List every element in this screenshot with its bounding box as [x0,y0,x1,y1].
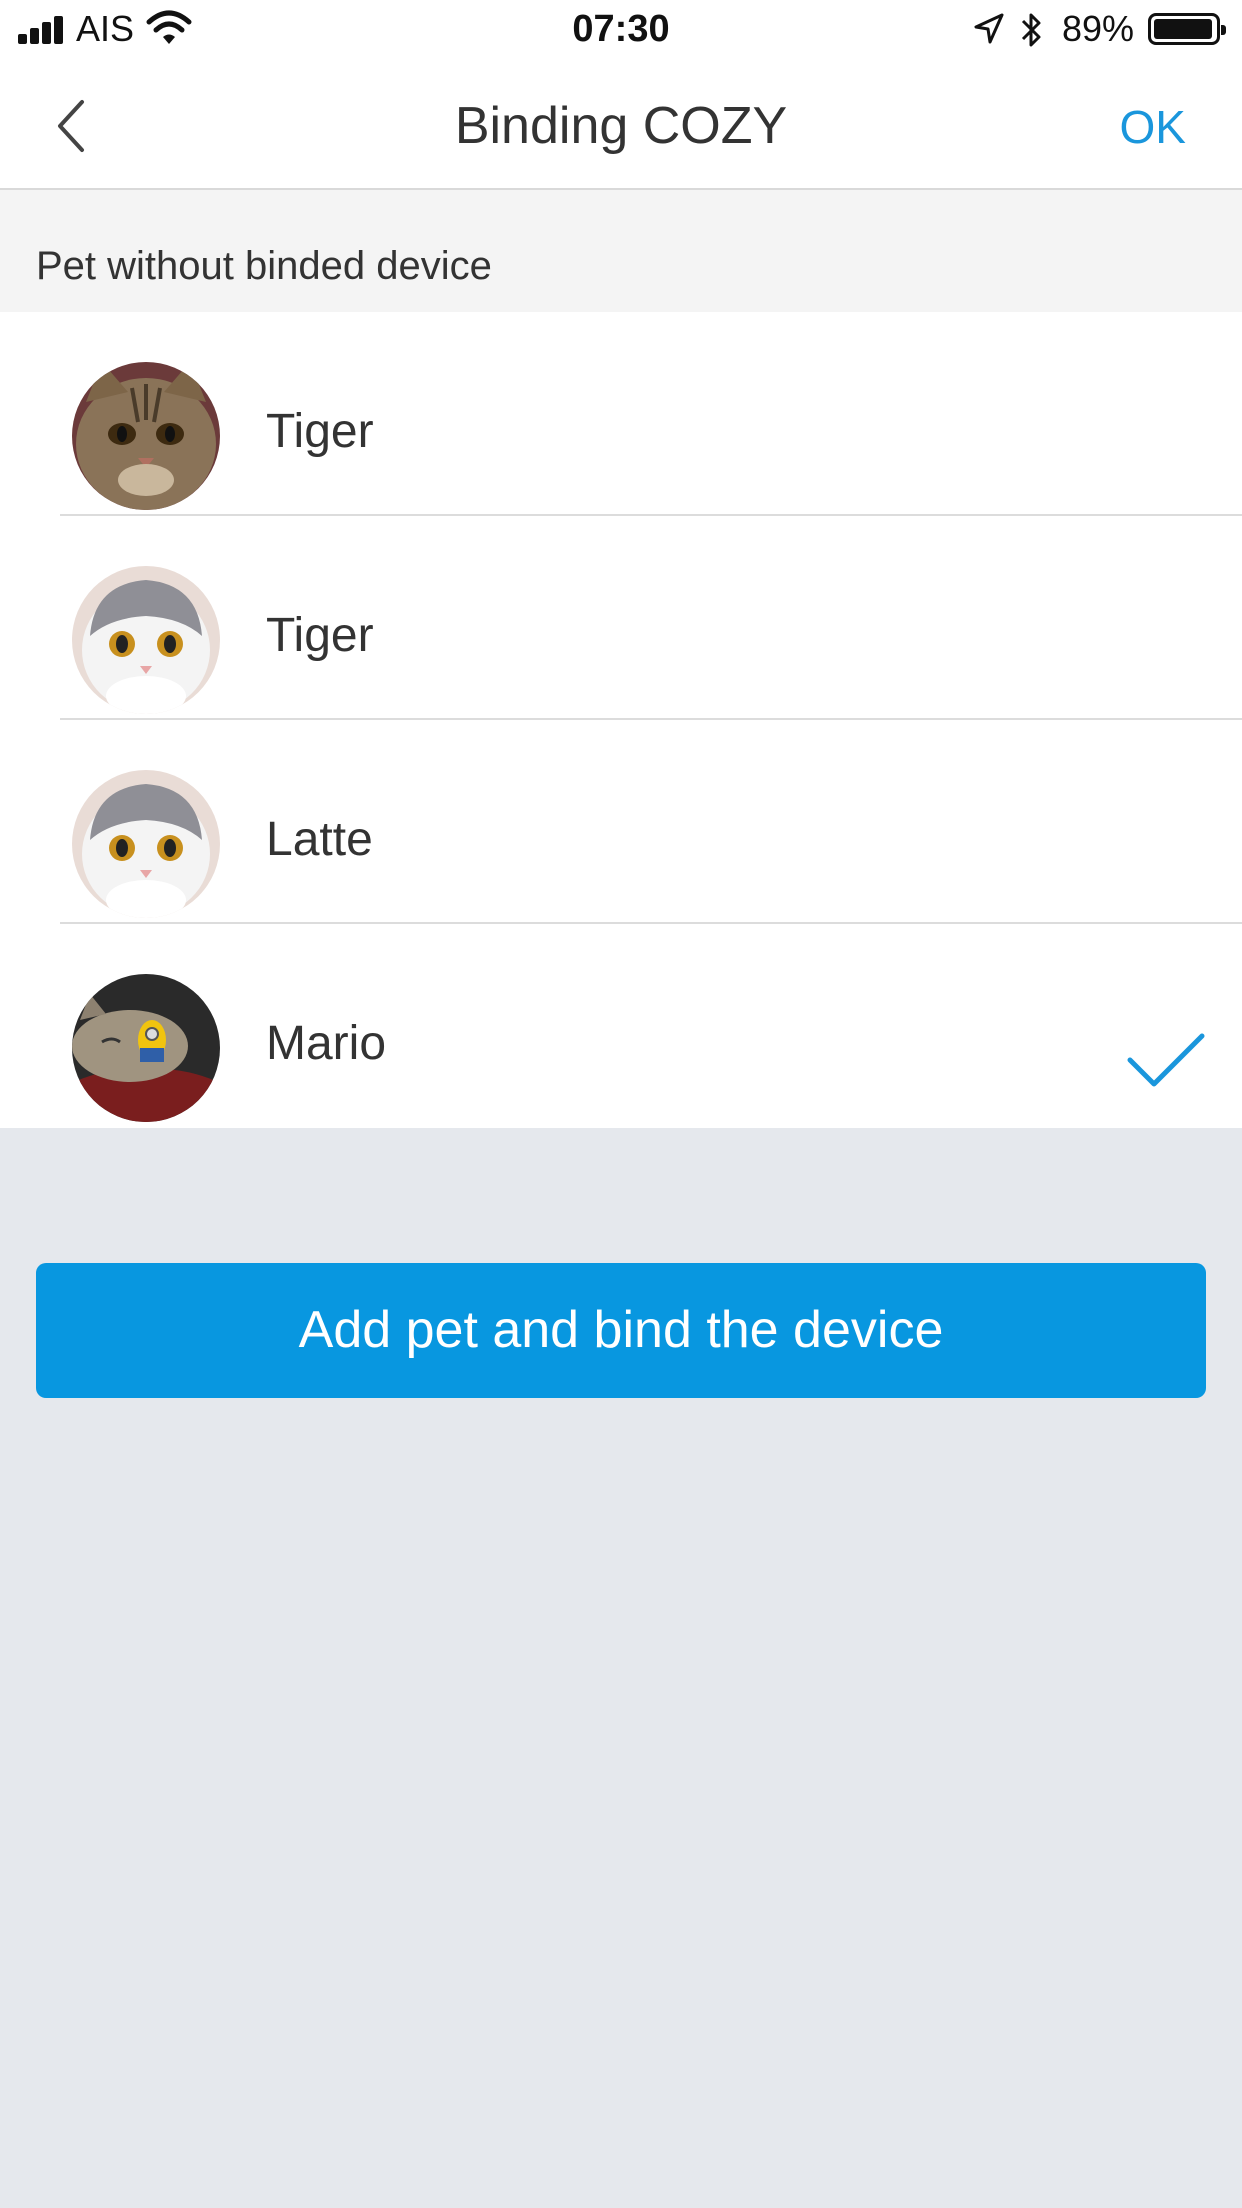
status-bar: AIS 07:30 89% [0,0,1242,62]
list-item[interactable]: Tiger [0,312,1242,516]
list-item[interactable]: Latte [0,720,1242,924]
status-time: 07:30 [572,8,670,50]
list-item[interactable]: Mario [0,924,1242,1128]
pet-name: Tiger [266,405,374,458]
pet-name: Mario [266,1017,387,1070]
tabby-cat-avatar [72,362,220,510]
section-header-label: Pet without binded device [36,244,492,288]
page-title: Binding COZY [454,97,788,155]
pet-list: Tiger Tiger Latte Mario [0,312,1242,1128]
list-item[interactable]: Tiger [0,516,1242,720]
sleeping-cat-avatar [72,974,220,1122]
ok-button[interactable]: OK [1120,100,1186,154]
nav-bar: Binding COZY OK [0,62,1242,190]
section-header: Pet without binded device [0,190,1242,312]
pet-name: Tiger [266,609,374,662]
battery-icon [1148,13,1226,45]
battery-percent: 89% [1062,8,1135,49]
bluetooth-icon [1021,13,1041,47]
white-gray-cat-avatar [72,566,220,714]
add-pet-button[interactable]: Add pet and bind the device [36,1263,1206,1398]
checkmark-icon [1127,1033,1205,1087]
white-gray-cat-avatar [72,770,220,918]
location-arrow-icon [974,13,1004,44]
pet-name: Latte [266,813,373,866]
